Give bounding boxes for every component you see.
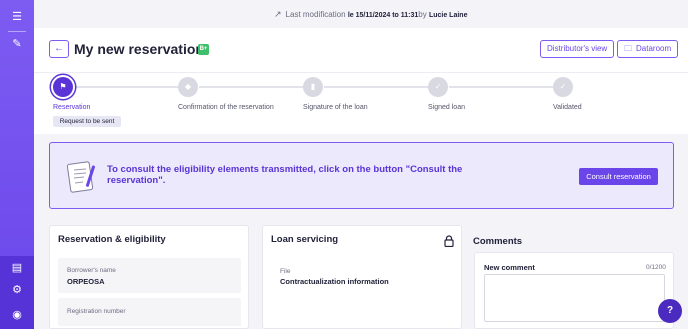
step-signature[interactable]: ▮ xyxy=(303,77,323,97)
field-label: Borrower's name xyxy=(67,267,116,274)
folder-icon: 🗀 xyxy=(624,44,632,53)
step-label-reservation: Reservation xyxy=(53,104,91,111)
menu-icon[interactable]: ☰ xyxy=(10,10,24,24)
sidebar-bottom-section: ▤ ⚙ ◉ xyxy=(0,256,34,329)
reservation-eligibility-card: Reservation & eligibility Borrower's nam… xyxy=(49,225,249,329)
step-connector xyxy=(324,86,431,88)
step-connector xyxy=(199,86,306,88)
card-title: Reservation & eligibility xyxy=(58,234,166,245)
step-label-signed-loan: Signed loan xyxy=(428,104,465,111)
step-label-validated: Validated xyxy=(553,104,582,111)
distributors-view-label: Distributor's view xyxy=(547,44,608,53)
card-title: Loan servicing xyxy=(271,234,339,245)
help-icon: ? xyxy=(666,305,674,316)
lock-icon[interactable] xyxy=(444,235,454,247)
character-counter: 0/1200 xyxy=(646,264,666,271)
step-confirmation[interactable]: ◆ xyxy=(178,77,198,97)
file-label: File xyxy=(280,268,291,275)
consult-reservation-button[interactable]: Consult reservation xyxy=(579,168,658,185)
last-modification: ↗ Last modification le 15/11/2024 to 11:3… xyxy=(274,9,467,20)
page-title: My new reservation xyxy=(74,41,204,57)
consult-banner: To consult the eligibility elements tran… xyxy=(49,142,674,209)
tag-icon: ◆ xyxy=(184,82,192,91)
help-button[interactable]: ? xyxy=(658,299,682,323)
sidebar-divider xyxy=(8,31,26,32)
user-icon[interactable]: ◉ xyxy=(10,308,24,322)
document-icon: ▮ xyxy=(310,82,316,91)
sidebar: ☰ ✎ ▤ ⚙ ◉ xyxy=(0,0,34,329)
comments-title: Comments xyxy=(473,236,523,247)
new-comment-label: New comment xyxy=(484,263,535,272)
last-modification-label: Last modification xyxy=(285,10,346,19)
comment-textarea[interactable] xyxy=(484,274,665,322)
arrow-left-icon: ← xyxy=(54,43,64,54)
top-bar: ↗ Last modification le 15/11/2024 to 11:3… xyxy=(34,0,688,28)
settings-icon[interactable]: ⚙ xyxy=(10,283,24,297)
progress-stepper: ⚑ ◆ ▮ ✓ ✓ Reservation Confirmation of th… xyxy=(34,72,688,134)
grade-badge: B+ xyxy=(198,44,209,55)
field-label: Registration number xyxy=(67,308,126,315)
step-signed-loan[interactable]: ✓ xyxy=(428,77,448,97)
step-reservation[interactable]: ⚑ xyxy=(53,77,73,97)
check-icon: ✓ xyxy=(559,82,567,91)
flag-icon: ⚑ xyxy=(59,82,67,91)
book-icon[interactable]: ▤ xyxy=(10,261,24,275)
step-connector xyxy=(74,86,181,88)
registration-number-field: Registration number xyxy=(58,298,241,326)
dataroom-button[interactable]: 🗀 Dataroom xyxy=(617,40,679,58)
step-validated[interactable]: ✓ xyxy=(553,77,573,97)
back-button[interactable]: ← xyxy=(49,40,69,58)
new-comment-panel: New comment 0/1200 xyxy=(474,252,674,329)
last-modification-user: Lucie Laine xyxy=(428,12,468,19)
step-label-signature: Signature of the loan xyxy=(303,104,368,111)
field-value: ORPEOSA xyxy=(67,277,105,286)
document-illustration-icon xyxy=(66,161,96,193)
step-label-confirmation: Confirmation of the reservation xyxy=(178,104,274,111)
status-badge: Request to be sent xyxy=(53,116,121,127)
loan-servicing-card: Loan servicing File Contractualization i… xyxy=(262,225,462,329)
distributors-view-button[interactable]: Distributor's view xyxy=(540,40,615,58)
notes-icon[interactable]: ✎ xyxy=(10,37,24,51)
check-icon: ✓ xyxy=(434,82,442,91)
step-connector xyxy=(449,86,556,88)
last-modification-by: by xyxy=(418,10,427,19)
page-header: ← My new reservation B+ Distributor's vi… xyxy=(34,28,688,72)
file-value: Contractualization information xyxy=(280,277,389,286)
last-modification-date: le 15/11/2024 to 11:31 xyxy=(347,12,419,19)
dataroom-label: Dataroom xyxy=(636,44,672,53)
banner-message: To consult the eligibility elements tran… xyxy=(107,164,463,186)
trending-up-icon: ↗ xyxy=(274,9,282,19)
borrower-name-field: Borrower's name ORPEOSA xyxy=(58,258,241,293)
